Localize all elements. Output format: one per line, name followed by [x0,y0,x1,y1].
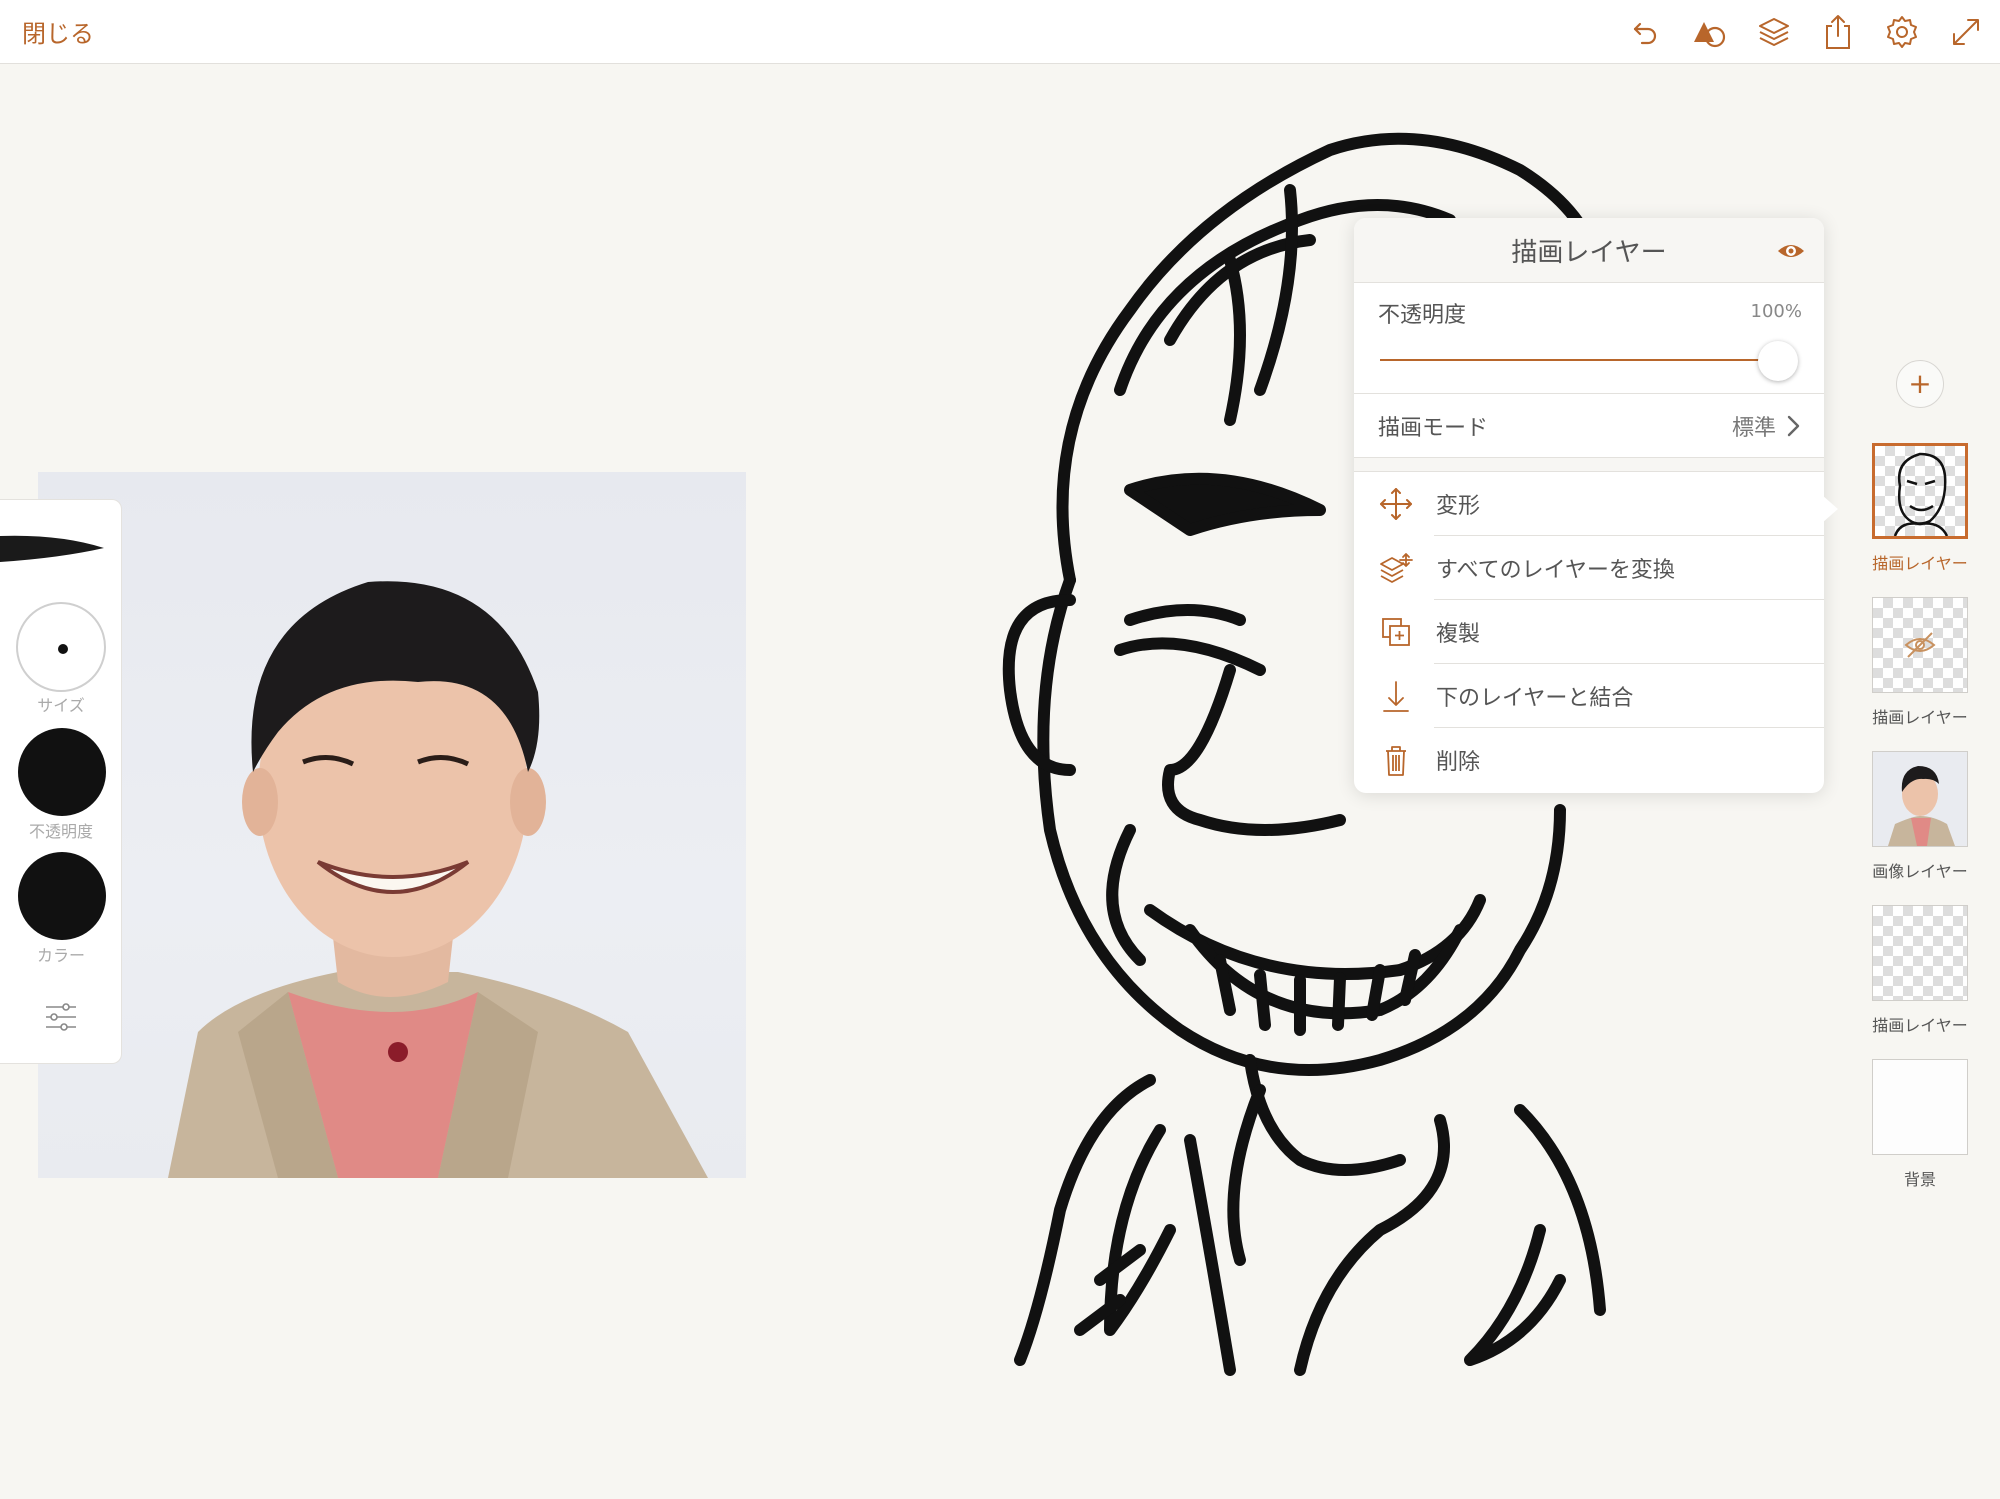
add-layer-button[interactable]: + [1896,360,1944,408]
close-button[interactable]: 閉じる [22,14,94,49]
transform-label: 変形 [1436,494,1481,519]
chevron-right-icon [1786,414,1802,438]
layer-label-drawing-2: 描画レイヤー [1872,708,1968,727]
layer-opacity-slider[interactable] [1380,359,1780,361]
brush-color-control[interactable] [18,852,106,940]
layer-thumbnail-image[interactable] [1872,751,1968,847]
layer-opacity-value: 100% [1750,301,1802,322]
brush-size-dot [58,644,68,654]
size-label: サイズ [37,696,85,715]
duplicate-label: 複製 [1436,622,1481,647]
delete-action[interactable]: 削除 [1354,728,1824,792]
brush-opacity-control[interactable] [18,728,106,816]
layer-thumbnail-background[interactable] [1872,1059,1968,1155]
brush-settings-icon[interactable] [44,1000,78,1034]
delete-label: 削除 [1436,750,1481,775]
share-icon[interactable] [1818,12,1858,52]
popover-arrow [1822,495,1838,523]
reference-photo [38,472,746,1178]
merge-down-icon [1378,678,1414,714]
layer-thumbnail-drawing-3[interactable] [1872,905,1968,1001]
popover-title: 描画レイヤー [1511,238,1667,268]
top-toolbar: 閉じる [0,0,2000,64]
expand-icon[interactable] [1946,12,1986,52]
eye-slash-icon[interactable] [1903,630,1937,660]
brush-tool-palette: サイズ 不透明度 カラー [0,499,122,1064]
transform-action[interactable]: 変形 [1354,472,1824,536]
transform-all-layers-action[interactable]: すべてのレイヤーを変換 [1354,536,1824,600]
layers-icon[interactable] [1754,12,1794,52]
brush-size-control[interactable] [16,602,106,692]
opacity-label: 不透明度 [28,822,93,841]
layer-thumbnail-drawing-2[interactable] [1872,597,1968,693]
merge-down-label: 下のレイヤーと結合 [1436,686,1634,711]
brush-tip-preview[interactable] [0,530,110,574]
layer-opacity-slider-knob[interactable] [1758,341,1798,381]
eye-icon[interactable] [1776,236,1806,266]
transform-all-layers-label: すべてのレイヤーを変換 [1436,558,1675,583]
blend-mode-row[interactable]: 描画モード 標準 [1354,394,1824,458]
duplicate-icon [1378,614,1414,650]
transform-all-layers-icon [1378,550,1414,586]
layer-thumbnail-drawing-1[interactable] [1872,443,1968,539]
move-icon [1378,486,1414,522]
blend-mode-value: 標準 [1731,416,1776,441]
layer-label-image: 画像レイヤー [1872,862,1968,881]
popover-section-gap [1354,458,1824,472]
undo-icon[interactable] [1626,12,1666,52]
plus-icon: + [1908,367,1932,400]
layer-label-drawing-3: 描画レイヤー [1872,1016,1968,1035]
layer-opacity-label: 不透明度 [1378,303,1467,328]
layer-label-background: 背景 [1903,1170,1936,1189]
trash-icon [1378,742,1414,778]
gear-icon[interactable] [1882,12,1922,52]
blend-mode-label: 描画モード [1378,416,1489,441]
layer-options-popover: 描画レイヤー 不透明度 100% 描画モード 標準 変形 すべてのレイヤーを変換 [1354,218,1824,793]
color-label: カラー [36,946,85,965]
popover-header: 描画レイヤー [1354,218,1824,283]
duplicate-action[interactable]: 複製 [1354,600,1824,664]
layer-opacity-row: 不透明度 100% [1354,283,1824,394]
merge-down-action[interactable]: 下のレイヤーと結合 [1354,664,1824,728]
layer-label-drawing-1: 描画レイヤー [1872,554,1968,573]
shapes-icon[interactable] [1690,12,1730,52]
